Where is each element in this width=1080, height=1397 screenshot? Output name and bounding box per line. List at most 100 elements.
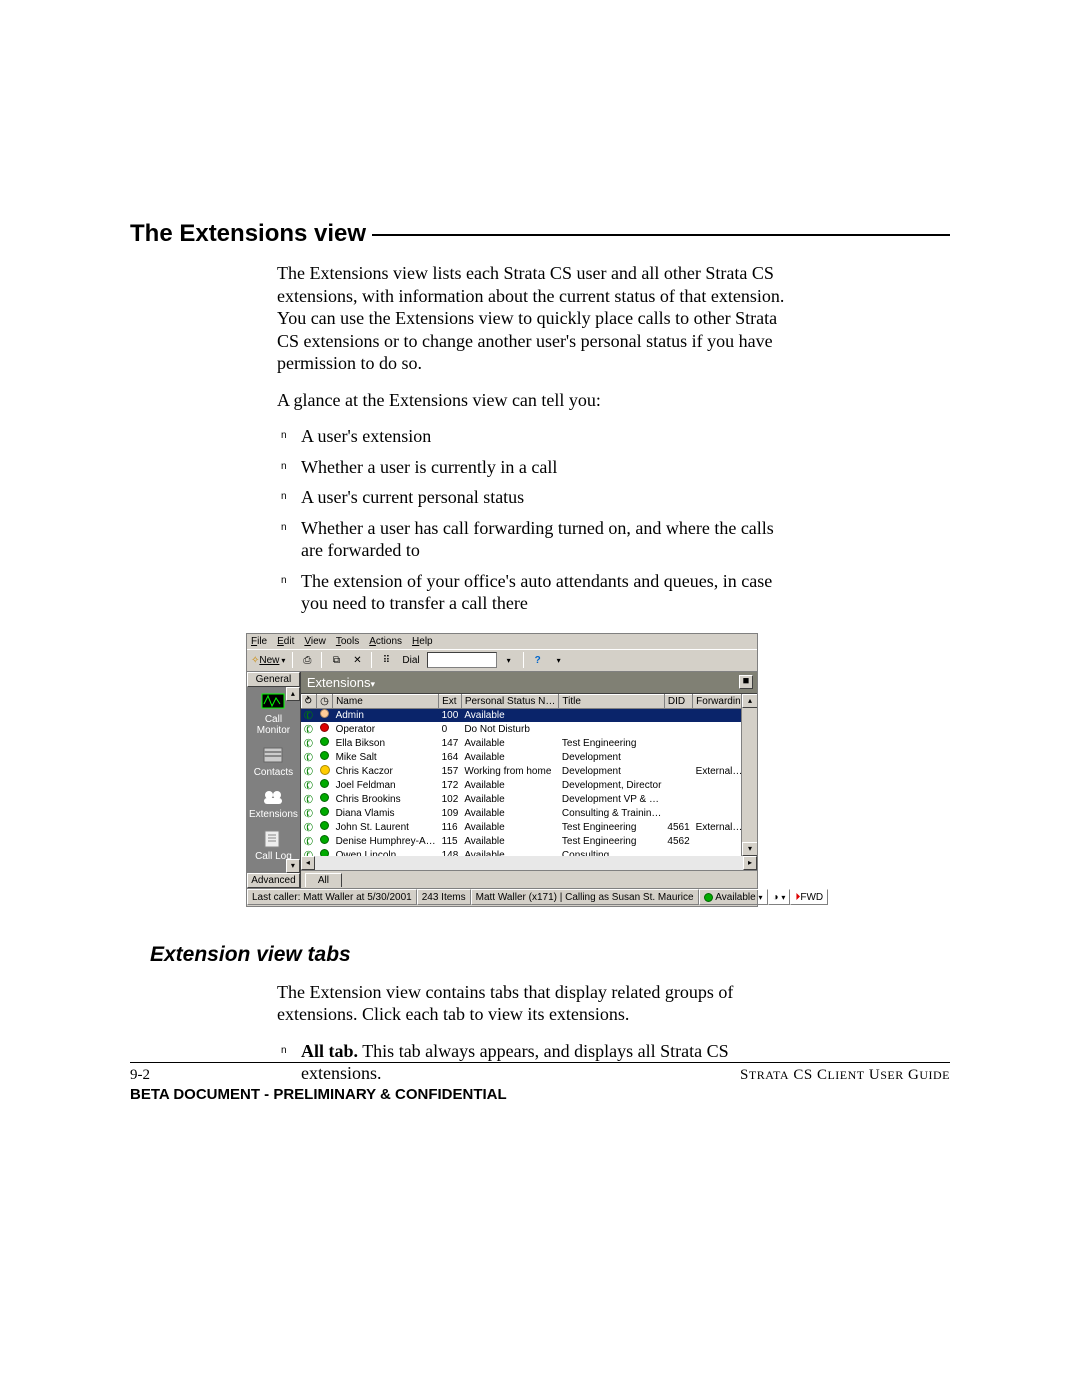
cell-title: Development xyxy=(559,764,665,778)
menu-tools[interactable]: Tools xyxy=(336,636,359,647)
col-status[interactable]: Personal Status N… xyxy=(461,694,559,708)
table-row[interactable]: ✆Admin100Available xyxy=(301,708,756,722)
scroll-up-arrow[interactable]: ▴ xyxy=(742,694,757,708)
dial-dropdown[interactable]: ▾ xyxy=(500,651,518,669)
cell-title: Development VP & … xyxy=(559,792,665,806)
cell-status: Available xyxy=(461,750,559,764)
delete-button[interactable]: ✕ xyxy=(348,651,366,669)
status-item-count: 243 Items xyxy=(417,889,471,905)
cell-status: Available xyxy=(461,848,559,856)
cell-title: Development, Director xyxy=(559,778,665,792)
panel-title-text: Extensions xyxy=(307,675,371,690)
cell-title xyxy=(559,708,665,722)
scroll-right-arrow[interactable]: ▸ xyxy=(743,856,757,870)
cell-status-icon xyxy=(317,764,333,778)
cell-title: Consulting xyxy=(559,848,665,856)
col-forwarding-label: Forwarding xyxy=(696,696,746,707)
toolbar-separator xyxy=(292,652,293,668)
menu-view[interactable]: View xyxy=(304,636,326,647)
help-button[interactable]: ? xyxy=(529,651,547,669)
cell-phone-icon: ✆ xyxy=(301,722,316,736)
col-did[interactable]: DID xyxy=(664,694,692,708)
status-fwd[interactable]: ⏵FWD xyxy=(790,889,828,905)
scroll-track[interactable] xyxy=(315,856,743,870)
table-row[interactable]: ✆Ella Bikson147AvailableTest Engineering xyxy=(301,736,756,750)
sidebar-tab-general[interactable]: General xyxy=(247,672,300,687)
status-availability-label: Available xyxy=(715,892,755,903)
cell-status: Available xyxy=(461,834,559,848)
toolbar-overflow[interactable]: ▾ xyxy=(550,651,568,669)
page-footer: 9-2 STRATA CS CLIENT USER GUIDE BETA DOC… xyxy=(130,1062,950,1103)
cell-ext: 0 xyxy=(439,722,462,736)
menu-edit[interactable]: Edit xyxy=(277,636,294,647)
scroll-down-arrow[interactable]: ▾ xyxy=(742,842,757,856)
available-icon xyxy=(320,807,329,816)
dial-pad-button[interactable]: ⠿ xyxy=(377,651,395,669)
cell-status: Available xyxy=(461,820,559,834)
bullet-item: Whether a user has call forwarding turne… xyxy=(301,517,797,562)
cell-did xyxy=(664,750,692,764)
status-availability[interactable]: Available ▾ xyxy=(699,889,768,905)
cell-name: John St. Laurent xyxy=(333,820,439,834)
new-icon: ✧ xyxy=(251,655,259,666)
cell-status: Available xyxy=(461,806,559,820)
cell-phone-icon: ✆ xyxy=(301,834,316,848)
sidebar-tab-advanced[interactable]: Advanced xyxy=(247,873,300,888)
dial-input[interactable] xyxy=(427,652,497,668)
cell-name: Joel Feldman xyxy=(333,778,439,792)
table-row[interactable]: ✆Joel Feldman172AvailableDevelopment, Di… xyxy=(301,778,756,792)
col-status-icon[interactable]: ◷ xyxy=(317,694,333,708)
sidebar-item-contacts[interactable]: Contacts xyxy=(247,742,300,784)
status-person[interactable]: ◑ ▾ xyxy=(768,889,791,905)
extensions-app-window: File Edit View Tools Actions Help ✧ New … xyxy=(246,633,758,907)
smiley-icon xyxy=(320,765,330,775)
table-row[interactable]: ✆John St. Laurent116AvailableTest Engine… xyxy=(301,820,756,834)
toolbar-separator xyxy=(371,652,372,668)
col-ext[interactable]: Ext xyxy=(439,694,462,708)
cell-did xyxy=(664,722,692,736)
cell-status: Available xyxy=(461,708,559,722)
cell-status: Do Not Disturb xyxy=(461,722,559,736)
table-row[interactable]: ✆Chris Brookins102AvailableDevelopment V… xyxy=(301,792,756,806)
tab-all[interactable]: All xyxy=(305,873,342,887)
table-row[interactable]: ✆Chris Kaczor157Working from homeDevelop… xyxy=(301,764,756,778)
chevron-down-icon[interactable]: ▾ xyxy=(370,679,375,689)
cell-ext: 102 xyxy=(439,792,462,806)
new-button[interactable]: ✧ New ▾ xyxy=(249,651,287,669)
cell-ext: 116 xyxy=(439,820,462,834)
bullet-item: Whether a user is currently in a call xyxy=(301,456,797,479)
col-name[interactable]: Name xyxy=(333,694,439,708)
horizontal-scrollbar[interactable]: ◂ ▸ xyxy=(301,856,757,870)
cell-ext: 109 xyxy=(439,806,462,820)
menu-actions[interactable]: Actions xyxy=(369,636,402,647)
available-icon xyxy=(320,779,329,788)
col-title[interactable]: Title xyxy=(559,694,665,708)
col-phone-icon[interactable]: ⥁ xyxy=(301,694,316,708)
table-row[interactable]: ✆Operator0Do Not Disturb xyxy=(301,722,756,736)
phone-icon: ✆ xyxy=(302,721,315,736)
table-row[interactable]: ✆Diana Vlamis109AvailableConsulting & Tr… xyxy=(301,806,756,820)
cell-phone-icon: ✆ xyxy=(301,736,316,750)
cell-title xyxy=(559,722,665,736)
print-button[interactable]: ⎙ xyxy=(298,651,316,669)
sidebar-scroll-up[interactable]: ▴ xyxy=(286,687,300,701)
section-heading: The Extensions view xyxy=(130,220,950,248)
cell-status-icon xyxy=(317,792,333,806)
menu-help[interactable]: Help xyxy=(412,636,433,647)
panel-close-button[interactable]: ■ xyxy=(739,675,753,689)
scroll-left-arrow[interactable]: ◂ xyxy=(301,856,315,870)
table-row[interactable]: ✆Denise Humphrey-A…115AvailableTest Engi… xyxy=(301,834,756,848)
table-row[interactable]: ✆Owen Lincoln148AvailableConsulting xyxy=(301,848,756,856)
copy-button[interactable]: ⧉ xyxy=(327,651,345,669)
table-row[interactable]: ✆Mike Salt164AvailableDevelopment xyxy=(301,750,756,764)
print-icon: ⎙ xyxy=(303,655,311,666)
cell-ext: 164 xyxy=(439,750,462,764)
cell-did: 4561 xyxy=(664,820,692,834)
menu-file[interactable]: File xyxy=(251,636,267,647)
sidebar-item-extensions[interactable]: Extensions xyxy=(247,784,300,826)
menubar: File Edit View Tools Actions Help xyxy=(247,634,757,650)
cell-title: Test Engineering xyxy=(559,736,665,750)
sidebar-scroll-down[interactable]: ▾ xyxy=(286,859,300,873)
vertical-scrollbar[interactable]: ▴ ▾ xyxy=(741,694,757,856)
cell-ext: 148 xyxy=(439,848,462,856)
